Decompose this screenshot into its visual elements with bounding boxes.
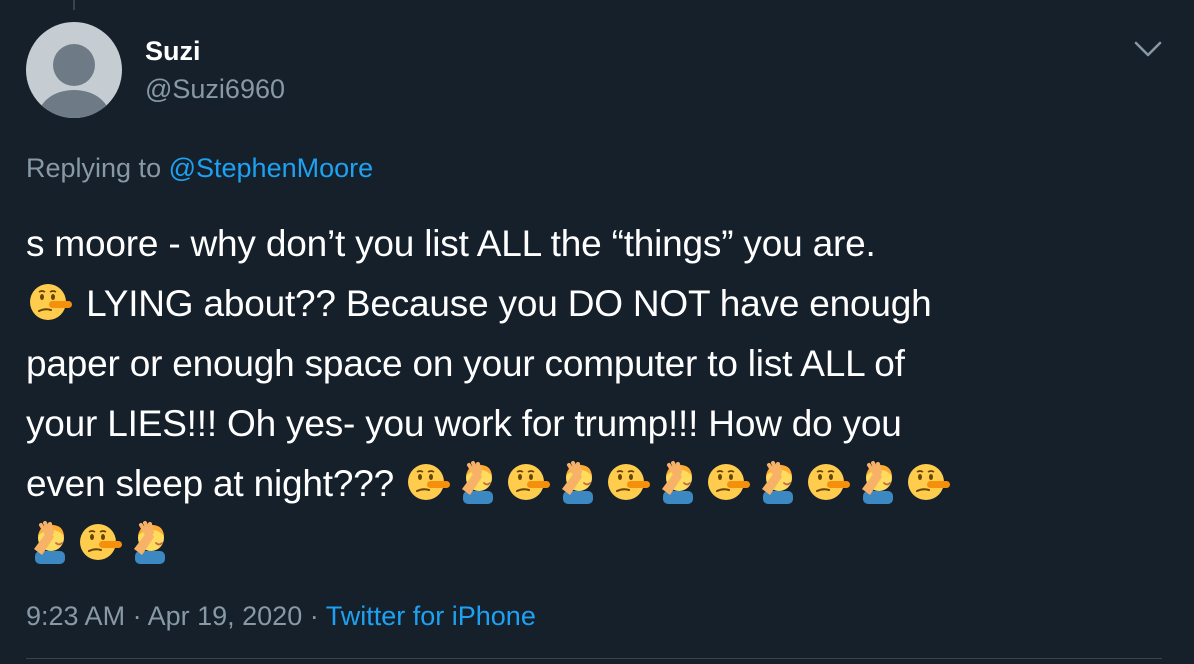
lying-face-icon [806,459,852,505]
facepalm-icon [856,459,902,505]
tweet-text-line: your LIES!!! Oh yes- you work for trump!… [26,403,902,444]
tweet-time[interactable]: 9:23 AM [26,601,125,631]
tweet-text-line: LYING about?? Because you DO NOT have en… [86,283,932,324]
tweet-date[interactable]: Apr 19, 2020 [148,601,303,631]
meta-separator: · [309,601,319,631]
replying-to-label: Replying to [26,153,162,183]
lying-face-icon [28,279,74,325]
replying-to-line: Replying to @StephenMoore [26,150,373,186]
lying-face-icon [606,459,652,505]
tweet-detail: Suzi @Suzi6960 Replying to @StephenMoore… [0,0,1194,664]
meta-separator: · [132,601,142,631]
default-avatar-head-shape [53,44,95,86]
lying-face-icon [906,459,952,505]
tweet-text: s moore - why don’t you list ALL the “th… [26,214,1166,574]
tweet-text-line: s moore - why don’t you list ALL the “th… [26,223,876,264]
divider [26,658,1162,659]
lying-face-icon [406,459,452,505]
lying-face-icon [78,519,124,565]
replying-to-mention-link[interactable]: @StephenMoore [169,153,374,183]
tweet-source-link[interactable]: Twitter for iPhone [326,601,536,631]
tweet-text-line: even sleep at night??? [26,463,394,504]
facepalm-icon [128,519,174,565]
facepalm-icon [556,459,602,505]
author-names: Suzi @Suzi6960 [145,34,285,106]
chevron-down-icon[interactable] [1130,36,1166,62]
author-handle[interactable]: @Suzi6960 [145,72,285,106]
facepalm-icon [656,459,702,505]
lying-face-icon [706,459,752,505]
tweet-header: Suzi @Suzi6960 [26,22,1176,122]
facepalm-icon [456,459,502,505]
tweet-text-line: paper or enough space on your computer t… [26,343,905,384]
facepalm-icon [28,519,74,565]
avatar[interactable] [26,22,122,118]
author-display-name[interactable]: Suzi [145,34,285,68]
lying-face-icon [506,459,552,505]
tweet-meta: 9:23 AM · Apr 19, 2020 · Twitter for iPh… [26,598,536,634]
facepalm-icon [756,459,802,505]
default-avatar-body-shape [39,90,109,118]
